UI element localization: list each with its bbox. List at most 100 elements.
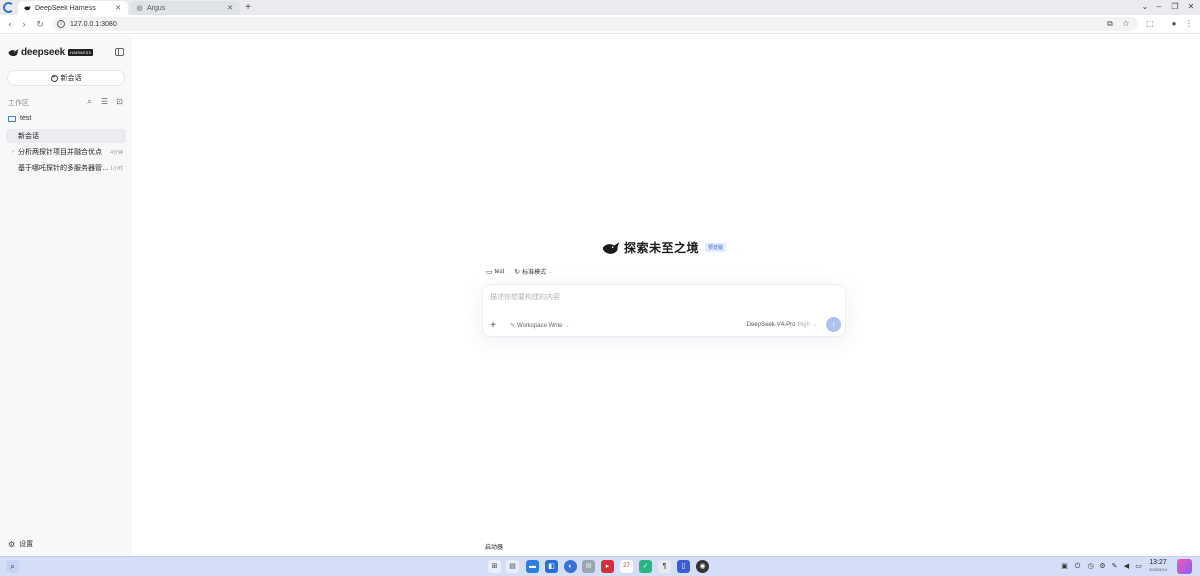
- search-icon[interactable]: ⌕: [85, 97, 94, 106]
- whale-logo-icon: [8, 49, 19, 57]
- gear-icon: ⚙: [8, 539, 16, 549]
- network-icon[interactable]: ▭: [1134, 562, 1143, 571]
- clock-icon[interactable]: ◷: [1086, 562, 1095, 571]
- composer: 描述你想要构建的内容 + ✎ Workspace Write ⌄ DeepSee…: [482, 284, 846, 337]
- clock-time: 13:27: [1149, 559, 1167, 566]
- prompt-input[interactable]: 描述你想要构建的内容: [490, 292, 560, 302]
- permission-selector[interactable]: ✎ Workspace Write ⌄: [510, 322, 570, 330]
- reload-icon[interactable]: ↻: [34, 18, 46, 30]
- model-selector[interactable]: DeepSeek-V4-Pro High ⌄: [747, 322, 817, 328]
- input-method-icon[interactable]: ⚙: [1098, 562, 1107, 571]
- back-icon[interactable]: ‹: [4, 18, 16, 30]
- pen-icon: ✎: [510, 323, 516, 329]
- notes-icon[interactable]: ✓: [639, 560, 652, 573]
- chat-item[interactable]: › 分析两探针项目并融合优点 4分钟: [6, 145, 126, 159]
- power-icon[interactable]: ⏻: [1073, 562, 1082, 571]
- send-button[interactable]: ↑: [826, 317, 841, 332]
- url-text: 127.0.0.1:3080: [70, 20, 117, 28]
- chevron-down-icon: ⌄: [812, 322, 817, 328]
- launcher-label: 启动器: [485, 545, 504, 551]
- sidebar: deepseek HARNESS + 新会话 工作区 ⌕ ☰ ⊡ test 新会…: [0, 35, 132, 555]
- terminal-icon[interactable]: ▸: [601, 560, 614, 573]
- chat-title: 基于哪吒探针的多服务器管…: [18, 165, 109, 172]
- browser-toolbar: ‹ › ↻ i 127.0.0.1:3080 ⧉ ☆ ⬚ ● ⋮: [0, 15, 1200, 34]
- browser-icon[interactable]: ◐: [564, 560, 577, 573]
- brand-name: deepseek: [21, 47, 65, 58]
- settings-app-icon[interactable]: ▯: [677, 560, 690, 573]
- minimize-icon[interactable]: –: [1153, 1, 1165, 13]
- folder-selector-label: test: [494, 268, 505, 275]
- calendar-icon[interactable]: 27: [620, 560, 633, 573]
- volume-icon[interactable]: ◀: [1122, 562, 1131, 571]
- tab-title: Argus: [147, 4, 166, 12]
- file-manager-icon[interactable]: ▬: [526, 560, 539, 573]
- context-row: ▭ test ↻ 标准模式 ⌄: [486, 267, 562, 277]
- filter-icon[interactable]: ☰: [100, 97, 109, 106]
- system-monitor-icon[interactable]: ◉: [696, 560, 709, 573]
- tab-close-icon[interactable]: ✕: [114, 4, 122, 12]
- mode-selector[interactable]: ↻ 标准模式 ⌄: [514, 267, 553, 277]
- hero-heading: 探索未至之境 预览版: [602, 239, 727, 256]
- search-icon[interactable]: ⌕: [6, 560, 19, 573]
- site-info-icon[interactable]: i: [57, 20, 65, 28]
- new-chat-button[interactable]: + 新会话: [7, 70, 125, 86]
- pen-icon[interactable]: ✎: [1110, 562, 1119, 571]
- clock-date: 2026/5/14: [1149, 567, 1167, 572]
- tab-close-icon[interactable]: ✕: [226, 4, 234, 12]
- whale-logo-icon: [602, 241, 620, 254]
- store-icon[interactable]: ◧: [545, 560, 558, 573]
- brand-badge: HARNESS: [68, 49, 94, 56]
- profile-icon[interactable]: ●: [1169, 19, 1179, 29]
- taskbar-clock[interactable]: 13:27 2026/5/14: [1143, 558, 1173, 573]
- notification-icon[interactable]: ▣: [1060, 562, 1069, 571]
- new-folder-icon[interactable]: ⊡: [115, 97, 124, 106]
- extensions-icon[interactable]: ⬚: [1145, 19, 1155, 29]
- new-chat-label: 新会话: [60, 75, 82, 82]
- install-app-icon[interactable]: ⧉: [1105, 19, 1115, 29]
- sidebar-toggle-icon[interactable]: [115, 48, 124, 56]
- plus-circle-icon: +: [50, 74, 58, 82]
- folder-selector[interactable]: ▭ test: [486, 268, 504, 276]
- chat-time: 4分钟: [110, 149, 123, 156]
- mode-selector-label: 标准模式: [522, 270, 547, 276]
- new-tab-button[interactable]: +: [243, 1, 253, 14]
- chevron-down-icon: ⌄: [565, 322, 570, 329]
- reasoning-level: High: [797, 322, 810, 328]
- cycle-icon: ↻: [514, 268, 521, 276]
- globe-icon: ◎: [136, 5, 143, 12]
- page-title: 探索未至之境: [624, 241, 700, 255]
- chat-item[interactable]: 新会话: [6, 129, 126, 143]
- chevron-down-icon: ⌄: [548, 268, 553, 275]
- workspace-label: 工作区: [8, 100, 29, 107]
- launcher-corner-icon[interactable]: [1177, 559, 1192, 574]
- menu-icon[interactable]: ⋮: [1184, 19, 1194, 29]
- model-name: DeepSeek-V4-Pro: [746, 322, 796, 328]
- multitask-icon[interactable]: ▤: [506, 560, 519, 573]
- browser-logo-icon[interactable]: [3, 2, 14, 13]
- main-panel: 探索未至之境 预览版 ▭ test ↻ 标准模式 ⌄ 描述你想要构建的内容 + …: [132, 35, 1200, 555]
- chat-item[interactable]: 基于哪吒探针的多服务器管… 1小时: [6, 161, 126, 175]
- close-window-icon[interactable]: ✕: [1185, 1, 1197, 13]
- tab-deepseek-harness[interactable]: DeepSeek Harness ✕: [18, 1, 128, 15]
- browser-tab-strip: DeepSeek Harness ✕ ◎ Argus ✕ + ⌄ – ❐ ✕: [0, 0, 1200, 15]
- folder-name: test: [20, 115, 32, 122]
- add-attachment-icon[interactable]: +: [488, 320, 498, 331]
- settings-button[interactable]: ⚙ 设置: [8, 539, 33, 549]
- restore-icon[interactable]: ❐: [1169, 1, 1181, 13]
- brand-logo[interactable]: deepseek HARNESS: [8, 47, 94, 58]
- text-editor-icon[interactable]: ¶: [658, 560, 671, 573]
- workspace-folder[interactable]: test: [8, 115, 31, 122]
- mail-icon[interactable]: ✉: [582, 560, 595, 573]
- permission-label: Workspace Write: [517, 322, 563, 329]
- tab-argus[interactable]: ◎ Argus ✕: [130, 1, 240, 15]
- chat-time: 1小时: [110, 165, 123, 172]
- bookmark-star-icon[interactable]: ☆: [1121, 19, 1131, 29]
- address-bar[interactable]: i 127.0.0.1:3080: [53, 17, 1138, 31]
- preview-badge: 预览版: [705, 243, 727, 252]
- forward-icon[interactable]: ›: [18, 18, 30, 30]
- folder-icon: [8, 115, 16, 122]
- chat-title: 分析两探针项目并融合优点: [18, 149, 102, 156]
- app-grid-icon[interactable]: ⊞: [488, 560, 501, 573]
- chevron-right-icon[interactable]: ›: [12, 149, 14, 155]
- tab-list-chevron-icon[interactable]: ⌄: [1139, 1, 1151, 13]
